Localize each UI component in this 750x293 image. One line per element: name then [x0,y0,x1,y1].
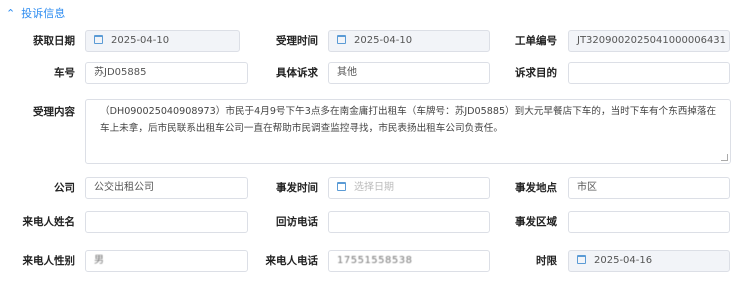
calendar-icon [577,255,586,264]
company-field[interactable]: 公交出租公司 [85,177,248,199]
incident-place-field[interactable]: 市区 [568,177,730,199]
section-header[interactable]: ⌃ 投诉信息 [6,4,65,22]
label-acquire-date: 获取日期 [33,35,75,47]
calendar-icon [94,35,103,44]
deadline-field[interactable]: 2025-04-16 [568,250,730,272]
calendar-icon [337,35,346,44]
appeal-purpose-field[interactable] [568,62,730,84]
accept-time-field[interactable]: 2025-04-10 [328,30,490,52]
label-incident-area: 事发区域 [515,216,557,228]
label-car-no: 车号 [54,67,75,79]
label-caller-phone: 来电人电话 [265,255,319,267]
chevron-up-icon: ⌃ [6,6,16,20]
section-title: 投诉信息 [21,7,66,20]
label-specific-appeal: 具体诉求 [276,67,318,79]
label-accept-time: 受理时间 [276,35,318,47]
calendar-icon [337,182,346,191]
incident-time-picker[interactable]: 选择日期 [328,177,490,199]
label-incident-time: 事发时间 [276,182,318,194]
car-no-field[interactable]: 苏JD05885 [85,62,248,84]
label-deadline: 时限 [536,255,557,267]
caller-name-field[interactable] [85,211,248,233]
label-incident-place: 事发地点 [515,182,557,194]
label-callback-phone: 回访电话 [276,216,318,228]
label-appeal-purpose: 诉求目的 [515,67,557,79]
label-caller-gender: 来电人性别 [22,255,76,267]
label-caller-name: 来电人姓名 [22,216,76,228]
label-company: 公司 [54,182,75,194]
incident-area-field[interactable] [568,211,730,233]
callback-phone-field[interactable] [328,211,490,233]
resize-handle[interactable] [721,154,728,161]
content-textarea[interactable]: （DH090025040908973）市民于4月9号下午3点多在南金庸打出租车（… [85,99,731,164]
label-content: 受理内容 [33,106,75,118]
acquire-date-field[interactable]: 2025-04-10 [85,30,240,52]
caller-gender-field[interactable]: 男 [85,250,248,272]
caller-phone-field[interactable]: 17551558538 [328,250,490,272]
specific-appeal-field[interactable]: 其他 [328,62,490,84]
ticket-no-field[interactable]: JT3209002025041000006431 [568,30,730,52]
label-ticket-no: 工单编号 [515,35,557,47]
